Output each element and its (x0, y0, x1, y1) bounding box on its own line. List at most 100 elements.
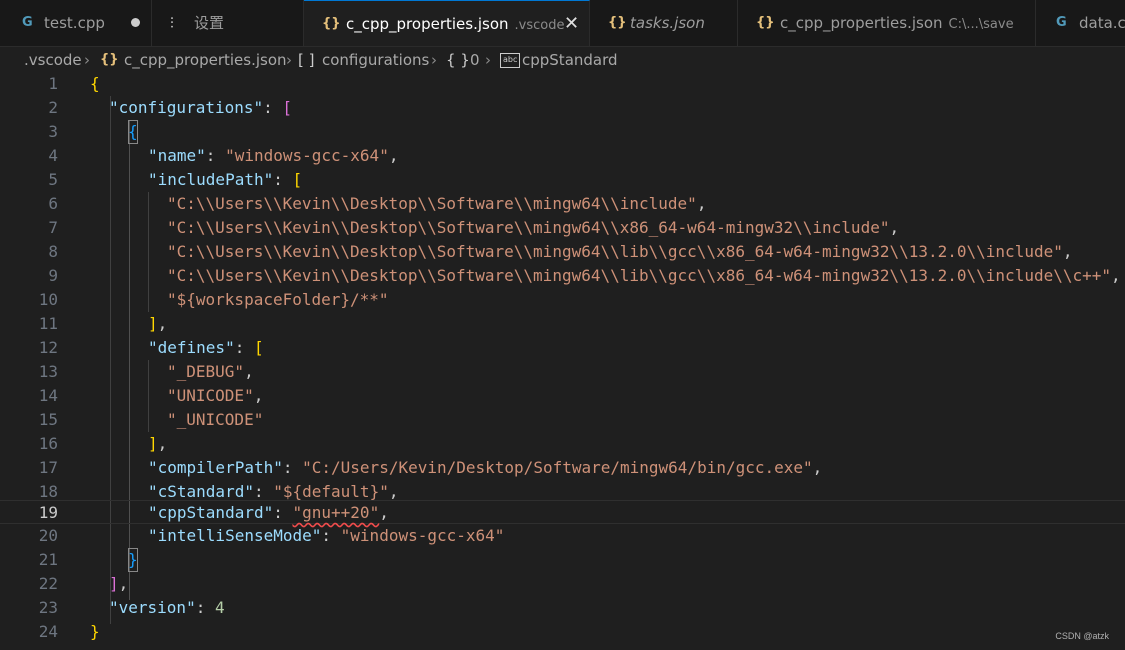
code-text: { (128, 120, 138, 144)
line-number: 5 (48, 170, 58, 189)
line-number: 16 (38, 434, 58, 453)
line-number: 24 (38, 622, 58, 641)
line-number: 21 (38, 550, 58, 569)
code-line: 13 "_DEBUG", (0, 360, 1125, 384)
code-text: ], (148, 434, 168, 453)
chevron-right-icon: › (286, 51, 292, 69)
chevron-right-icon: › (485, 51, 491, 69)
tab-tasks-json[interactable]: {} tasks.json (590, 0, 738, 46)
line-number: 17 (38, 458, 58, 477)
code-text: "C:\\Users\\Kevin\\Desktop\\Software\\mi… (167, 218, 900, 237)
code-line: 23 "version": 4 (0, 596, 1125, 620)
json-file-icon: {} (608, 15, 627, 30)
tab-label: tasks.json (630, 14, 705, 32)
code-text: "${workspaceFolder}/**" (167, 290, 389, 309)
line-number: 19 (38, 503, 58, 522)
line-number: 14 (38, 386, 58, 405)
code-line: 3{ (0, 120, 1125, 144)
chevron-right-icon: › (431, 51, 437, 69)
line-number: 1 (48, 74, 58, 93)
code-line: 16], (0, 432, 1125, 456)
code-text: "C:\\Users\\Kevin\\Desktop\\Software\\mi… (167, 242, 1073, 261)
tab-description: C:\...\save (948, 17, 1014, 32)
json-file-icon: {} (756, 15, 775, 30)
tab-c-cpp-properties-vscode[interactable]: {} c_cpp_properties.json .vscode ✕ (304, 0, 590, 46)
tab-description: .vscode (514, 18, 565, 33)
code-text: ], (148, 314, 168, 333)
code-text: "UNICODE", (167, 386, 264, 405)
line-number: 12 (38, 338, 58, 357)
code-line: 14 "UNICODE", (0, 384, 1125, 408)
code-text: "includePath": [ (148, 170, 303, 189)
line-number: 3 (48, 122, 58, 141)
line-number: 15 (38, 410, 58, 429)
line-number: 2 (48, 98, 58, 117)
code-editor[interactable]: 1{ 2 "configurations": [ 3{ 4 "name": "win… (0, 72, 1125, 650)
code-line: 10 "${workspaceFolder}/**" (0, 288, 1125, 312)
tab-c-cpp-properties-save[interactable]: {} c_cpp_properties.json C:\...\save (738, 0, 1036, 46)
line-number: 22 (38, 574, 58, 593)
cpp-file-icon: G (1056, 15, 1067, 30)
code-line: 6 "C:\\Users\\Kevin\\Desktop\\Software\\m… (0, 192, 1125, 216)
line-number: 20 (38, 526, 58, 545)
breadcrumb-configurations[interactable]: configurations (322, 47, 429, 73)
editor-tab-bar: G test.cpp ⫶ 设置 {} c_cpp_properties.json… (0, 0, 1125, 47)
code-text: "C:\\Users\\Kevin\\Desktop\\Software\\mi… (167, 266, 1121, 285)
code-text: { (90, 74, 100, 93)
line-number: 23 (38, 598, 58, 617)
code-text: "version": 4 (109, 598, 225, 617)
close-icon[interactable]: ✕ (564, 1, 579, 46)
code-line: 21} (0, 548, 1125, 572)
breadcrumb-folder[interactable]: .vscode (24, 47, 82, 73)
code-line: 4 "name": "windows-gcc-x64", (0, 144, 1125, 168)
breadcrumb: .vscode › {} c_cpp_properties.json › [ ]… (0, 47, 1125, 73)
code-text: "intelliSenseMode": "windows-gcc-x64" (148, 526, 505, 545)
code-text: } (128, 548, 138, 572)
tab-label: 设置 (194, 14, 225, 32)
json-file-icon: {} (100, 52, 119, 67)
line-number: 11 (38, 314, 58, 333)
code-text: "name": "windows-gcc-x64", (148, 146, 399, 165)
code-line: 12 "defines": [ (0, 336, 1125, 360)
code-text: "defines": [ (148, 338, 264, 357)
line-number: 8 (48, 242, 58, 261)
tab-label: data.cp (1079, 14, 1125, 32)
array-icon: [ ] (298, 51, 315, 69)
tab-data-cpp[interactable]: G data.cp (1036, 0, 1125, 46)
tab-label: test.cpp (44, 14, 105, 32)
code-line: 2 "configurations": [ (0, 96, 1125, 120)
code-line: 5 "includePath": [ (0, 168, 1125, 192)
code-line: 11], (0, 312, 1125, 336)
code-text: "C:\\Users\\Kevin\\Desktop\\Software\\mi… (167, 194, 707, 213)
code-line: 1{ (0, 72, 1125, 96)
line-number: 7 (48, 218, 58, 237)
unsaved-dot-icon[interactable] (131, 18, 140, 27)
tab-test-cpp[interactable]: G test.cpp (0, 0, 152, 46)
line-number: 13 (38, 362, 58, 381)
code-line-current: 19 "cppStandard": "gnu++20", (0, 500, 1125, 524)
code-text: ], (109, 574, 129, 593)
tab-settings[interactable]: ⫶ 设置 (152, 0, 304, 46)
code-text: "_DEBUG", (167, 362, 254, 381)
tab-label: c_cpp_properties.json (780, 14, 943, 32)
breadcrumb-index[interactable]: 0 (470, 47, 480, 73)
watermark: CSDN @atzk (1055, 631, 1109, 641)
breadcrumb-key[interactable]: cppStandard (522, 47, 618, 73)
object-icon: { } (446, 51, 470, 69)
line-number: 4 (48, 146, 58, 165)
settings-sliders-icon: ⫶ (170, 14, 174, 32)
code-line: 15 "_UNICODE" (0, 408, 1125, 432)
json-file-icon: {} (322, 16, 341, 31)
code-line: 7 "C:\\Users\\Kevin\\Desktop\\Software\\m… (0, 216, 1125, 240)
code-line: 22], (0, 572, 1125, 596)
breadcrumb-file[interactable]: c_cpp_properties.json (124, 47, 287, 73)
code-line: 8 "C:\\Users\\Kevin\\Desktop\\Software\\m… (0, 240, 1125, 264)
string-property-icon: abc (500, 53, 521, 68)
code-line: 9 "C:\\Users\\Kevin\\Desktop\\Software\\m… (0, 264, 1125, 288)
code-text: "cppStandard": "gnu++20", (148, 503, 389, 522)
code-line: 17 "compilerPath": "C:/Users/Kevin/Deskto… (0, 456, 1125, 480)
cpp-file-icon: G (22, 15, 33, 30)
code-line: 24} (0, 620, 1125, 644)
error-squiggle-value: "gnu++20" (292, 503, 380, 522)
code-text: "_UNICODE" (167, 410, 264, 429)
